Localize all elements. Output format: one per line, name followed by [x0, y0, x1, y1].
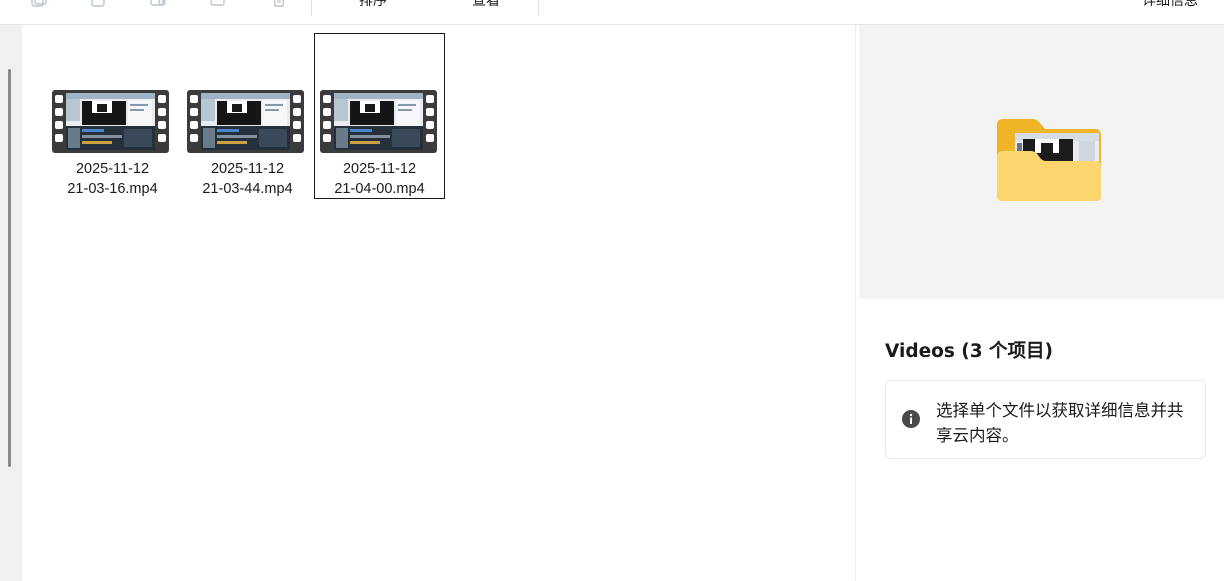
share-icon[interactable] — [149, 0, 167, 8]
view-button-label[interactable]: 查看 — [472, 0, 500, 10]
details-title: Videos (3 个项目) — [885, 341, 1054, 362]
file-item-selected[interactable]: 2025-11-12 21-04-00.mp4 — [314, 33, 445, 199]
file-list: 2025-11-12 21-03-16.mp4 2025-11-12 21-03… — [22, 25, 855, 581]
navigation-scrollbar[interactable] — [8, 69, 11, 467]
toolbar-divider — [311, 0, 312, 16]
file-name: 2025-11-12 21-04-00.mp4 — [315, 159, 444, 199]
delete-icon[interactable] — [270, 0, 288, 8]
copy-icon[interactable] — [30, 0, 48, 8]
file-name-line: 2025-11-12 — [75, 161, 150, 177]
file-name-line: 21-03-16.mp4 — [67, 181, 158, 197]
navigation-pane-edge — [0, 25, 22, 581]
folder-icon — [995, 117, 1103, 203]
video-thumbnail — [52, 90, 169, 153]
paste-icon[interactable] — [89, 0, 107, 8]
sort-icon[interactable] — [333, 0, 351, 8]
file-item[interactable]: 2025-11-12 21-03-16.mp4 — [47, 33, 178, 199]
file-name: 2025-11-12 21-03-44.mp4 — [183, 159, 312, 199]
info-icon — [901, 409, 921, 429]
info-card: 选择单个文件以获取详细信息并共享云内容。 — [885, 380, 1206, 459]
file-name-line: 21-04-00.mp4 — [334, 181, 425, 197]
file-name-line: 2025-11-12 — [210, 161, 285, 177]
video-thumbnail — [187, 90, 304, 153]
rename-icon[interactable] — [209, 0, 227, 8]
file-name: 2025-11-12 21-03-16.mp4 — [48, 159, 177, 199]
toolbar-divider — [538, 0, 539, 16]
preview-area — [859, 25, 1224, 299]
view-icon[interactable] — [444, 0, 462, 8]
file-name-line: 2025-11-12 — [342, 161, 417, 177]
details-pane-icon[interactable] — [1113, 0, 1131, 8]
sort-button-label[interactable]: 排序 — [359, 0, 387, 10]
command-bar: 排序 查看 详细信息 — [0, 0, 1224, 25]
file-name-line: 21-03-44.mp4 — [202, 181, 293, 197]
details-pane: Videos (3 个项目) 选择单个文件以获取详细信息并共享云内容。 — [855, 25, 1224, 581]
info-message: 选择单个文件以获取详细信息并共享云内容。 — [936, 401, 1184, 445]
file-item[interactable]: 2025-11-12 21-03-44.mp4 — [182, 33, 313, 199]
details-button-label[interactable]: 详细信息 — [1142, 0, 1198, 10]
video-thumbnail — [320, 90, 437, 153]
